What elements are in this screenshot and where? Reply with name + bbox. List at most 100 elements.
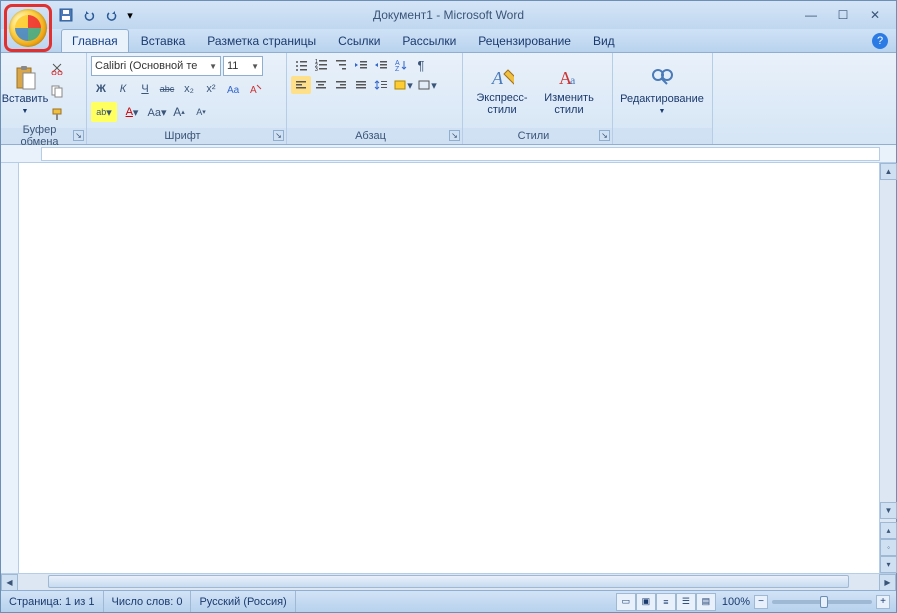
sort-button[interactable]: AZ bbox=[391, 56, 411, 74]
status-language[interactable]: Русский (Россия) bbox=[191, 591, 295, 612]
decrease-indent-button[interactable] bbox=[351, 56, 371, 74]
zoom-slider[interactable] bbox=[772, 600, 872, 604]
increase-indent-button[interactable] bbox=[371, 56, 391, 74]
font-launcher[interactable]: ↘ bbox=[273, 130, 284, 141]
bold-button[interactable]: Ж bbox=[91, 79, 111, 99]
format-painter-button[interactable] bbox=[47, 104, 67, 124]
qat-undo-button[interactable] bbox=[79, 5, 99, 25]
svg-text:A: A bbox=[250, 85, 257, 96]
shrink-font-button[interactable]: A▾ bbox=[191, 102, 211, 122]
change-case2-button[interactable]: Aa▾ bbox=[147, 102, 167, 122]
group-font: Calibri (Основной те▼ 11▼ Ж К Ч abc x₂ x… bbox=[87, 53, 287, 144]
highlight-button[interactable]: ab▾ bbox=[91, 102, 117, 122]
group-editing: Редактирование ▼ bbox=[613, 53, 713, 144]
chevron-down-icon: ▼ bbox=[659, 108, 666, 115]
ribbon: Вставить ▼ Буфер обмена↘ Calibri (Основн… bbox=[1, 53, 896, 145]
align-right-button[interactable] bbox=[331, 76, 351, 94]
change-styles-button[interactable]: Aa Изменить стили bbox=[539, 56, 599, 125]
clipboard-launcher[interactable]: ↘ bbox=[73, 130, 84, 141]
zoom-controls: 100% − + bbox=[716, 595, 896, 609]
change-case-button[interactable]: Aa bbox=[223, 79, 243, 99]
quick-styles-icon: A bbox=[490, 65, 514, 89]
show-marks-button[interactable]: ¶ bbox=[411, 56, 431, 74]
qat-save-button[interactable] bbox=[56, 5, 76, 25]
strikethrough-button[interactable]: abc bbox=[157, 79, 177, 99]
font-size-combo[interactable]: 11▼ bbox=[223, 56, 263, 76]
justify-button[interactable] bbox=[351, 76, 371, 94]
title-bar: ▾ Документ1 - Microsoft Word — ☐ ✕ bbox=[1, 1, 896, 29]
multilevel-button[interactable] bbox=[331, 56, 351, 74]
scroll-left-button[interactable]: ◀ bbox=[1, 574, 18, 591]
zoom-level[interactable]: 100% bbox=[722, 596, 750, 608]
maximize-button[interactable]: ☐ bbox=[830, 6, 856, 24]
shading-button[interactable]: ▾ bbox=[391, 76, 415, 94]
bullets-button[interactable] bbox=[291, 56, 311, 74]
underline-button[interactable]: Ч bbox=[135, 79, 155, 99]
ribbon-tabs: Главная Вставка Разметка страницы Ссылки… bbox=[1, 29, 896, 53]
tab-home[interactable]: Главная bbox=[61, 29, 129, 52]
vertical-scrollbar[interactable]: ▲ ▼ ▴ ◦ ▾ bbox=[879, 163, 896, 573]
browse-object-button[interactable]: ◦ bbox=[880, 539, 897, 556]
paste-label: Вставить bbox=[2, 93, 49, 105]
prev-page-button[interactable]: ▴ bbox=[880, 522, 897, 539]
status-page[interactable]: Страница: 1 из 1 bbox=[1, 591, 104, 612]
tab-view[interactable]: Вид bbox=[583, 30, 625, 52]
cut-button[interactable] bbox=[47, 58, 67, 78]
subscript-button[interactable]: x₂ bbox=[179, 79, 199, 99]
tab-references[interactable]: Ссылки bbox=[328, 30, 390, 52]
align-center-button[interactable] bbox=[311, 76, 331, 94]
clipboard-small-buttons bbox=[47, 56, 67, 125]
horizontal-scrollbar[interactable]: ◀ ▶ bbox=[1, 573, 896, 590]
tab-review[interactable]: Рецензирование bbox=[468, 30, 581, 52]
editing-button[interactable]: Редактирование ▼ bbox=[617, 56, 707, 125]
group-styles: A Экспресс-стили Aa Изменить стили Стили… bbox=[463, 53, 613, 144]
scroll-right-button[interactable]: ▶ bbox=[879, 574, 896, 591]
quick-styles-button[interactable]: A Экспресс-стили bbox=[467, 56, 537, 125]
clear-format-button[interactable]: A bbox=[245, 79, 265, 99]
svg-text:a: a bbox=[570, 73, 576, 87]
border-button[interactable]: ▾ bbox=[415, 76, 439, 94]
editing-label: Редактирование bbox=[620, 93, 704, 105]
horizontal-ruler[interactable] bbox=[1, 145, 896, 163]
vertical-ruler[interactable] bbox=[1, 163, 19, 573]
hscroll-thumb[interactable] bbox=[48, 575, 849, 588]
status-bar: Страница: 1 из 1 Число слов: 0 Русский (… bbox=[1, 590, 896, 612]
view-web-layout[interactable]: ≡ bbox=[656, 593, 676, 611]
view-full-screen[interactable]: ▣ bbox=[636, 593, 656, 611]
zoom-in-button[interactable]: + bbox=[876, 595, 890, 609]
office-button[interactable] bbox=[9, 9, 47, 47]
grow-font-button[interactable]: A▴ bbox=[169, 102, 189, 122]
view-outline[interactable]: ☰ bbox=[676, 593, 696, 611]
qat-customize-button[interactable]: ▾ bbox=[125, 5, 135, 25]
view-print-layout[interactable]: ▭ bbox=[616, 593, 636, 611]
tab-mailings[interactable]: Рассылки bbox=[392, 30, 466, 52]
tab-insert[interactable]: Вставка bbox=[131, 30, 196, 52]
align-left-button[interactable] bbox=[291, 76, 311, 94]
help-button[interactable]: ? bbox=[872, 33, 888, 49]
document-canvas[interactable] bbox=[19, 163, 879, 573]
view-buttons: ▭ ▣ ≡ ☰ ▤ bbox=[616, 593, 716, 611]
group-paragraph: 123 AZ ¶ ▾ ▾ Абзац↘ bbox=[287, 53, 463, 144]
font-color-button[interactable]: A▾ bbox=[119, 102, 145, 122]
superscript-button[interactable]: x² bbox=[201, 79, 221, 99]
qat-redo-button[interactable] bbox=[102, 5, 122, 25]
italic-button[interactable]: К bbox=[113, 79, 133, 99]
tab-page-layout[interactable]: Разметка страницы bbox=[197, 30, 326, 52]
minimize-button[interactable]: — bbox=[798, 6, 824, 24]
zoom-out-button[interactable]: − bbox=[754, 595, 768, 609]
numbering-button[interactable]: 123 bbox=[311, 56, 331, 74]
office-button-highlight bbox=[4, 4, 52, 52]
scroll-down-button[interactable]: ▼ bbox=[880, 502, 897, 519]
close-button[interactable]: ✕ bbox=[862, 6, 888, 24]
copy-button[interactable] bbox=[47, 81, 67, 101]
line-spacing-button[interactable] bbox=[371, 76, 391, 94]
view-draft[interactable]: ▤ bbox=[696, 593, 716, 611]
next-page-button[interactable]: ▾ bbox=[880, 556, 897, 573]
group-font-title: Шрифт↘ bbox=[87, 128, 286, 144]
styles-launcher[interactable]: ↘ bbox=[599, 130, 610, 141]
paste-button[interactable]: Вставить ▼ bbox=[5, 56, 45, 125]
status-words[interactable]: Число слов: 0 bbox=[104, 591, 192, 612]
scroll-up-button[interactable]: ▲ bbox=[880, 163, 897, 180]
font-name-combo[interactable]: Calibri (Основной те▼ bbox=[91, 56, 221, 76]
paragraph-launcher[interactable]: ↘ bbox=[449, 130, 460, 141]
